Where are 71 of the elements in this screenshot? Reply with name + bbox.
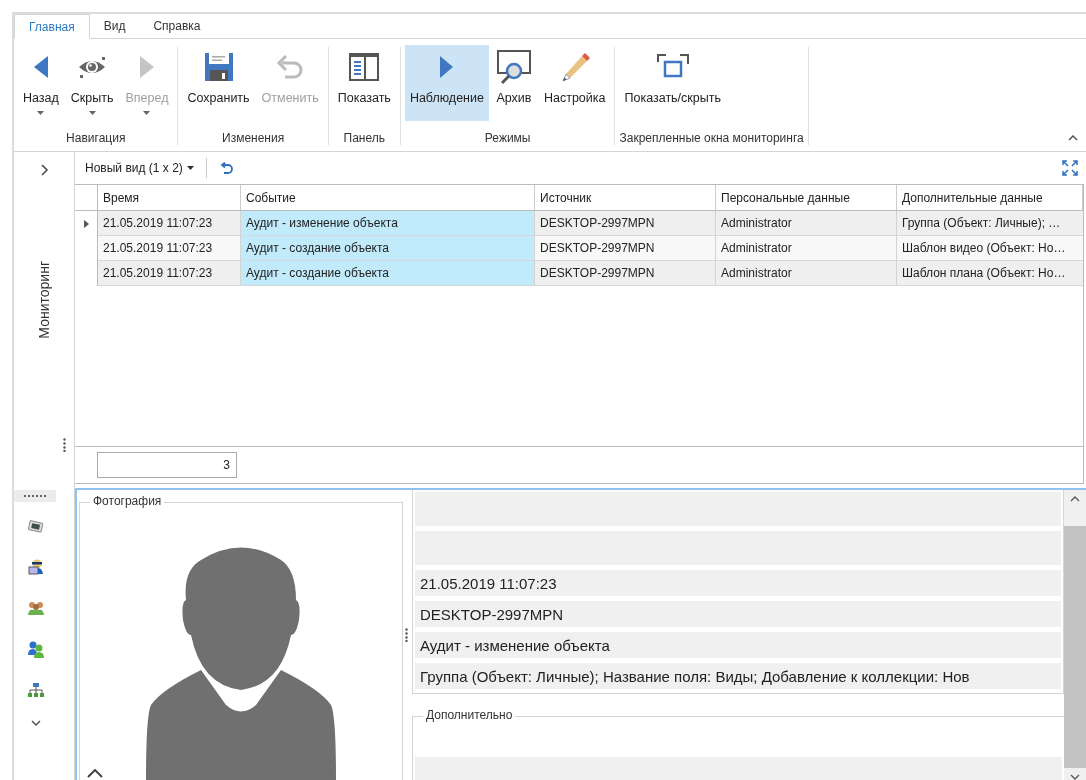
table-cell: Administrator (716, 236, 897, 261)
expand-chevron-icon[interactable] (41, 164, 49, 176)
table-cell: Группа (Объект: Личные); … (897, 211, 1083, 236)
column-header[interactable]: Событие (241, 185, 535, 210)
vertical-scrollbar[interactable] (1064, 490, 1086, 780)
expand-arrows-icon[interactable] (1062, 160, 1078, 176)
column-header[interactable]: Персональные данные (716, 185, 897, 210)
column-header[interactable]: Время (98, 185, 241, 210)
view-dropdown[interactable]: Новый вид (1 x 2) (85, 161, 183, 175)
caret-icon (186, 166, 194, 170)
monitor-magnifier-icon (495, 49, 532, 85)
caret-icon (88, 111, 96, 115)
detail-field: DESKTOP-2997MPN (415, 601, 1061, 627)
groupbox-title: Дополнительно (423, 708, 516, 722)
column-header[interactable]: Источник (535, 185, 716, 210)
ribbon-tab[interactable]: Главная (14, 14, 90, 39)
table-cell: 21.05.2019 11:07:23 (98, 211, 241, 236)
ribbon-button[interactable]: Скрыть (65, 45, 119, 121)
column-header[interactable]: Дополнительные данные (897, 185, 1083, 210)
ribbon-button[interactable]: Назад (18, 45, 64, 121)
collapse-ribbon-icon[interactable] (1068, 135, 1078, 141)
ribbon-group-label: Режимы (483, 131, 532, 145)
table-cell: Аудит - создание объекта (241, 236, 535, 261)
ribbon-button[interactable]: Наблюдение (404, 45, 489, 121)
undo-arrow-icon[interactable] (218, 161, 233, 175)
table-cell: 21.05.2019 11:07:23 (98, 261, 241, 286)
tablet-icon[interactable] (28, 520, 44, 534)
chevron-up-icon[interactable] (87, 769, 103, 778)
table-cell: Аудит - изменение объекта (241, 211, 535, 236)
ribbon-button[interactable]: Показать (332, 45, 396, 121)
ribbon-button[interactable]: Настройка (538, 45, 611, 121)
sidebar-title[interactable]: Мониторинг (36, 261, 52, 339)
table-cell: Аудит - создание объекта (241, 261, 535, 286)
overflow-handle[interactable] (14, 490, 56, 502)
ribbon-button[interactable]: Показать/скрыть (619, 45, 726, 121)
left-triangle-icon (33, 56, 48, 78)
table-cell: Administrator (716, 211, 897, 236)
ribbon-tab[interactable]: Вид (89, 14, 140, 38)
table-cell: DESKTOP-2997MPN (535, 261, 716, 286)
table-cell: DESKTOP-2997MPN (535, 211, 716, 236)
table-cell: Шаблон плана (Объект: Но… (897, 261, 1083, 286)
table-cell: Administrator (716, 261, 897, 286)
people-group-icon[interactable] (27, 600, 45, 616)
ribbon-group-label: Панель (342, 131, 387, 145)
caret-icon (37, 111, 45, 115)
drag-handle-icon[interactable] (63, 438, 66, 452)
table-cell: DESKTOP-2997MPN (535, 236, 716, 261)
ribbon-button[interactable]: Архив (490, 45, 537, 121)
play-icon (440, 56, 454, 78)
table-cell: 21.05.2019 11:07:23 (98, 236, 241, 261)
scroll-up-icon[interactable] (1070, 496, 1080, 502)
detail-field: 21.05.2019 11:07:23 (415, 570, 1061, 596)
ribbon-button[interactable]: Сохранить (182, 45, 255, 121)
table-cell: Шаблон видео (Объект: Но… (897, 236, 1083, 261)
ribbon-group-label: Изменения (221, 131, 286, 145)
row-count-field: 3 (97, 452, 237, 478)
row-indicator-icon (83, 219, 89, 228)
splitter-handle-icon[interactable] (405, 628, 408, 642)
ribbon-group-label: Закрепленные окна мониторинга (619, 131, 804, 145)
two-users-icon[interactable] (27, 640, 45, 658)
groupbox-title: Фотография (90, 494, 165, 508)
right-triangle-icon (140, 56, 154, 78)
chevron-down-icon[interactable] (31, 720, 41, 726)
detail-field: Группа (Объект: Личные); Название поля: Виды; Добавление к коллекции: Нов (415, 663, 1061, 689)
caret-icon (143, 111, 151, 115)
detail-field: Аудит - изменение объекта (415, 632, 1061, 658)
network-icon[interactable] (27, 682, 45, 698)
scroll-down-icon[interactable] (1070, 774, 1080, 780)
user-computer-icon[interactable] (27, 558, 45, 576)
ribbon-group-label: Навигация (65, 131, 127, 145)
ribbon-tab[interactable]: Справка (139, 14, 215, 38)
